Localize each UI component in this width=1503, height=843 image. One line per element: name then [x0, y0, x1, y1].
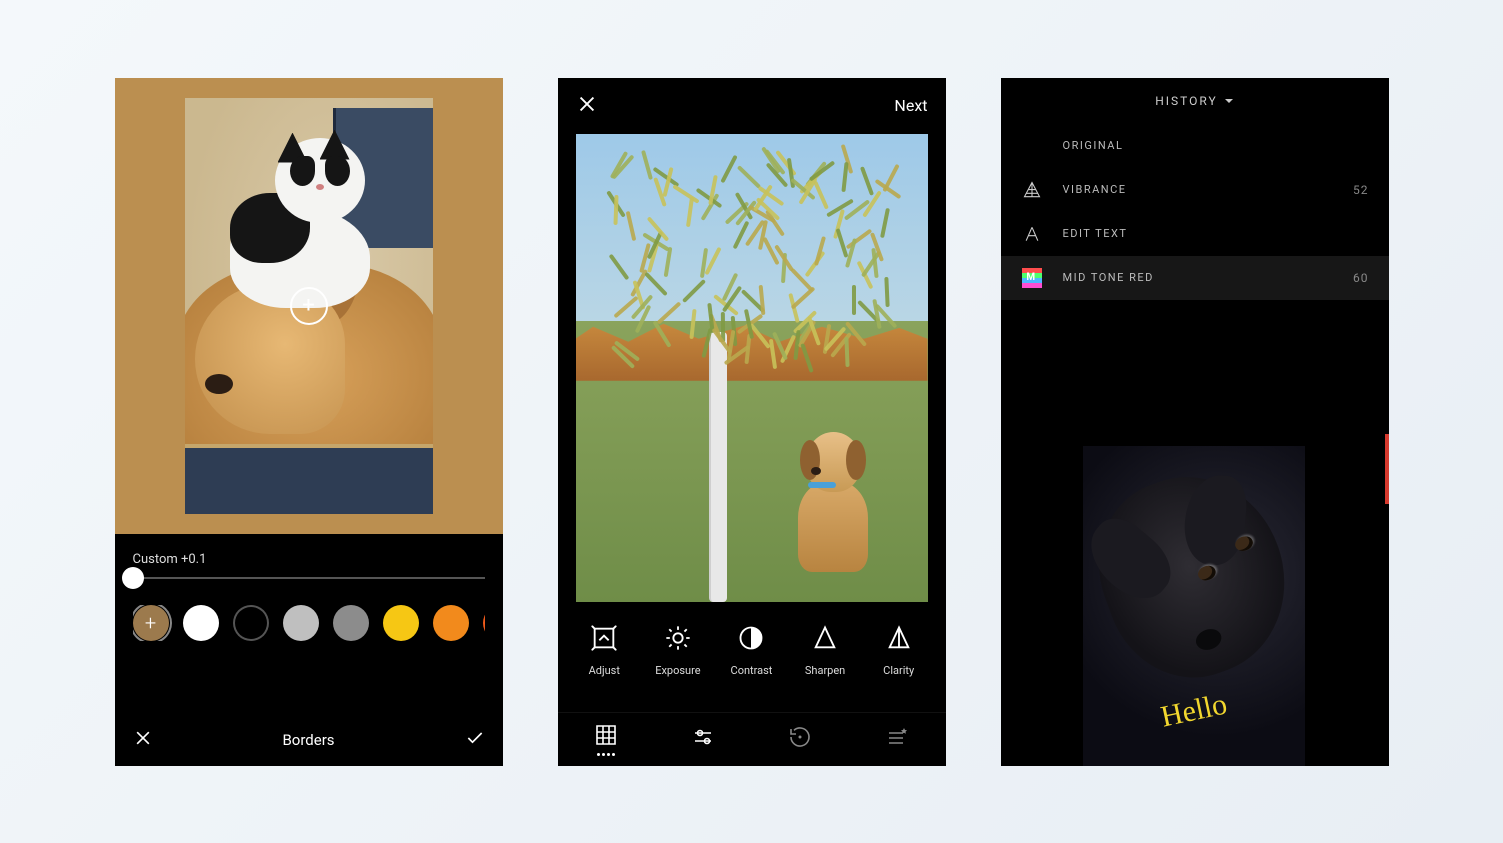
close-button[interactable] [576, 93, 598, 119]
history-row-label: ORIGINAL [1063, 139, 1369, 152]
list-star-icon [885, 725, 909, 749]
history-row-original[interactable]: ORIGINAL [1001, 124, 1389, 168]
history-row-vibrance[interactable]: VIBRANCE 52 [1001, 168, 1389, 212]
midtone-icon [1021, 268, 1043, 288]
vibrance-icon [1021, 180, 1043, 200]
screen-history: HISTORY ORIGINAL VIBRANCE 52 EDIT TEXT MID T… [1001, 78, 1389, 766]
tool-label: Clarity [883, 664, 914, 677]
tool-label: Sharpen [805, 664, 845, 677]
slider-label: Custom +0.1 [133, 552, 485, 567]
photo-preview[interactable]: Hello [1083, 446, 1305, 766]
tool-label: Exposure [655, 664, 700, 677]
grid-icon [594, 723, 618, 747]
screen-borders: + Custom +0.1 Borders [115, 78, 503, 766]
border-width-slider[interactable] [133, 577, 485, 579]
history-row-edit_text[interactable]: EDIT TEXT [1001, 212, 1389, 256]
history-list: ORIGINAL VIBRANCE 52 EDIT TEXT MID TONE RED 6… [1001, 124, 1389, 300]
clarity-icon [885, 624, 913, 656]
close-icon [133, 728, 153, 748]
check-icon [465, 728, 485, 748]
history-title: HISTORY [1155, 94, 1218, 108]
color-swatch-white[interactable] [183, 605, 219, 641]
edit_text-icon [1021, 224, 1043, 244]
tool-label: Contrast [731, 664, 773, 677]
tool-sharpen[interactable]: Sharpen [795, 624, 855, 677]
history-row-value: 60 [1353, 271, 1369, 285]
color-picker-target-icon[interactable]: + [290, 287, 328, 325]
confirm-button[interactable] [465, 728, 485, 752]
color-swatch-light-gray[interactable] [283, 605, 319, 641]
panel-title: Borders [282, 731, 334, 749]
photo-canvas[interactable]: + [115, 78, 503, 534]
scroll-indicator [1385, 434, 1389, 504]
nav-edit[interactable] [691, 725, 715, 753]
color-swatch-dark-orange[interactable] [483, 605, 485, 641]
history-dropdown[interactable]: HISTORY [1001, 78, 1389, 124]
tool-adjust[interactable]: Adjust [574, 624, 634, 677]
photo-preview[interactable] [576, 134, 928, 602]
close-icon [576, 93, 598, 115]
exposure-icon [664, 624, 692, 656]
nav-recipes[interactable] [885, 725, 909, 753]
next-button[interactable]: Next [894, 96, 927, 115]
caret-down-icon [1224, 96, 1234, 106]
adjust-icon [590, 624, 618, 656]
edit-tool-row: Adjust Exposure Contrast Sharpen Clarity [558, 602, 946, 689]
color-swatch-row [133, 605, 485, 641]
history-icon [788, 725, 812, 749]
history-row-label: VIBRANCE [1063, 183, 1334, 196]
contrast-icon [737, 624, 765, 656]
history-row-label: MID TONE RED [1063, 271, 1334, 284]
tool-exposure[interactable]: Exposure [648, 624, 708, 677]
bottom-nav [558, 712, 946, 766]
history-row-value: 52 [1353, 183, 1369, 197]
nav-history[interactable] [788, 725, 812, 753]
cancel-button[interactable] [133, 728, 153, 752]
color-swatch-custom[interactable] [133, 605, 169, 641]
color-swatch-gray[interactable] [333, 605, 369, 641]
color-swatch-black-outline[interactable] [233, 605, 269, 641]
color-swatch-orange[interactable] [433, 605, 469, 641]
tool-clarity[interactable]: Clarity [869, 624, 929, 677]
slider-thumb[interactable] [122, 567, 144, 589]
sharpen-icon [811, 624, 839, 656]
screen-edit-tools: Next Adjust Exposure Contrast Sharpen Clarit… [558, 78, 946, 766]
color-swatch-yellow[interactable] [383, 605, 419, 641]
nav-presets[interactable] [594, 723, 618, 756]
sliders-icon [691, 725, 715, 749]
history-row-label: EDIT TEXT [1063, 227, 1369, 240]
tool-label: Adjust [589, 664, 620, 677]
history-row-midtone[interactable]: MID TONE RED 60 [1001, 256, 1389, 300]
tool-contrast[interactable]: Contrast [721, 624, 781, 677]
